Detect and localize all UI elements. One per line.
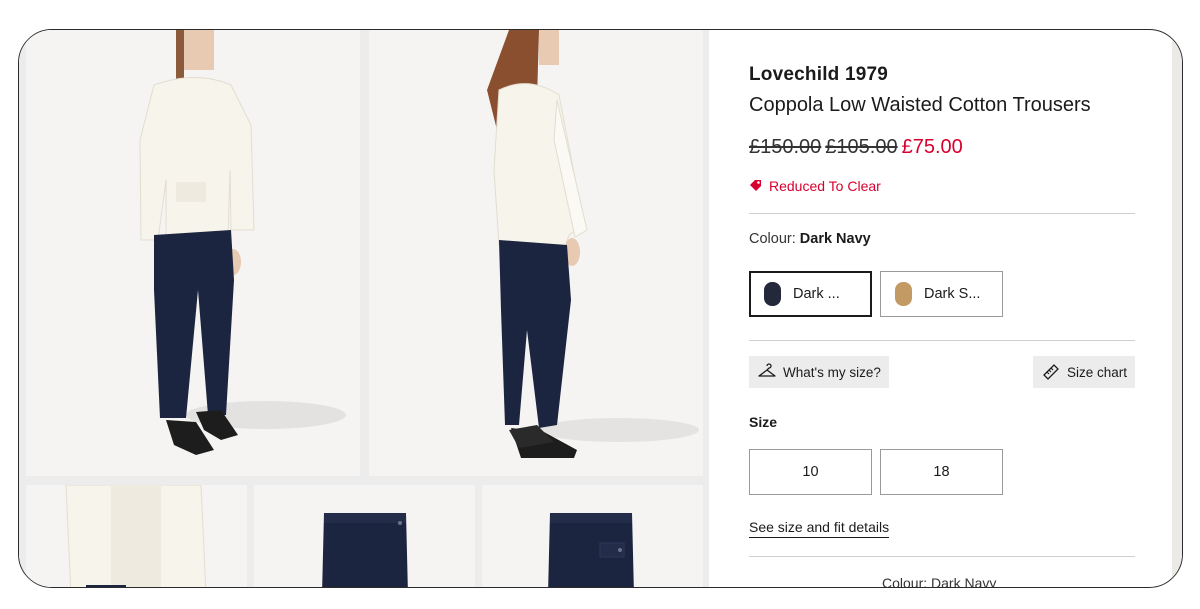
product-image-gallery [19, 30, 709, 587]
previous-price: £105.00 [825, 136, 898, 158]
colour-swatch-dot [895, 282, 912, 306]
original-price: £150.00 [749, 136, 822, 158]
colour-label: Colour: [749, 231, 796, 247]
footer-colour-text: Colour: Dark Navy [882, 575, 997, 588]
divider [749, 556, 1135, 557]
size-tools: What's my size? Size chart [749, 356, 1135, 388]
colour-option-label: Dark ... [793, 286, 840, 302]
colour-swatch-dot [764, 282, 781, 306]
whats-my-size-button[interactable]: What's my size? [749, 356, 889, 388]
colour-option-dark-navy[interactable]: Dark ... [749, 271, 872, 317]
ruler-icon [1043, 364, 1059, 380]
colour-option-label: Dark S... [924, 286, 981, 302]
whats-my-size-label: What's my size? [783, 364, 881, 380]
product-image-trousers-back[interactable] [482, 485, 703, 587]
promo-label: Reduced To Clear [769, 178, 881, 194]
size-options: 10 18 [749, 449, 1003, 495]
colour-heading: Colour: Dark Navy [749, 231, 871, 247]
size-chart-button[interactable]: Size chart [1032, 356, 1135, 388]
product-title: Coppola Low Waisted Cotton Trousers [749, 94, 1091, 116]
product-details-panel: Lovechild 1979 Coppola Low Waisted Cotto… [749, 30, 1135, 588]
selected-colour: Dark Navy [799, 231, 871, 247]
divider [749, 340, 1135, 341]
colour-option-dark-sand[interactable]: Dark S... [880, 271, 1003, 317]
product-image-front[interactable] [26, 30, 360, 476]
product-image-trousers-front[interactable] [254, 485, 475, 587]
promo-badge: Reduced To Clear [749, 178, 881, 194]
size-chart-label: Size chart [1066, 364, 1127, 380]
colour-swatches: Dark ... Dark S... [749, 271, 1003, 317]
product-page-frame: Lovechild 1979 Coppola Low Waisted Cotto… [18, 29, 1183, 588]
brand-name[interactable]: Lovechild 1979 [749, 64, 888, 86]
product-image-side[interactable] [369, 30, 703, 476]
size-heading: Size [749, 414, 778, 430]
price-tag-icon [750, 180, 761, 191]
size-option-10[interactable]: 10 [749, 449, 872, 495]
price-block: £150.00 £105.00 £75.00 [749, 136, 963, 159]
hanger-icon [758, 363, 776, 377]
size-fit-details-link[interactable]: See size and fit details [749, 519, 890, 538]
size-option-18[interactable]: 18 [880, 449, 1003, 495]
current-price: £75.00 [901, 136, 963, 158]
scroll-gutter [1172, 30, 1182, 587]
divider [749, 213, 1135, 214]
product-image-closeup-top[interactable] [26, 485, 247, 587]
